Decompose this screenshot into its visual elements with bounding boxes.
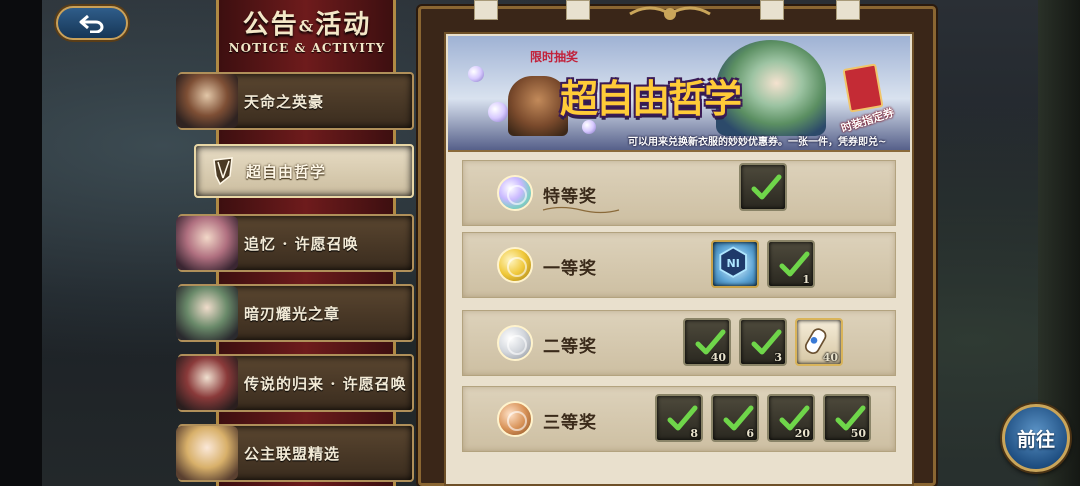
- title-en: NOTICE & ACTIVITY: [228, 41, 386, 55]
- go-button-label: 前往: [1016, 428, 1055, 451]
- reward-item[interactable]: NI: [711, 240, 759, 288]
- prize-row-first: 一等奖 NI 1: [462, 232, 896, 298]
- recall-portrait-icon: [176, 216, 238, 270]
- prize-rank: 特等奖: [543, 187, 597, 207]
- leaf-icon: [213, 157, 233, 186]
- banner-title: 超自由哲学: [560, 76, 742, 121]
- menu-item-label: 追忆 · 许愿召唤: [244, 234, 359, 253]
- event-banner: 限时抽奖 超自由哲学 时装指定券 可以用来兑换新衣服的妙妙优惠券。一张一件，凭券…: [448, 36, 910, 152]
- reward-item[interactable]: [739, 163, 787, 211]
- princess-portrait-icon: [176, 426, 238, 480]
- gold-medal-icon: [497, 247, 533, 283]
- reward-item[interactable]: 50: [823, 394, 871, 442]
- pinned-note-icon: [566, 0, 590, 20]
- menu-item-philosophy[interactable]: 超自由哲学: [194, 144, 414, 198]
- menu-item-label: 公主联盟精选: [244, 444, 341, 463]
- left-edge: [0, 0, 42, 486]
- reward-item[interactable]: 8: [655, 394, 703, 442]
- title-cn: 公告&活动: [242, 10, 372, 40]
- ticket-icon: [842, 63, 884, 113]
- menu-item-label: 超自由哲学: [246, 162, 327, 181]
- svg-text:NI: NI: [727, 257, 740, 270]
- reward-item[interactable]: 1: [767, 240, 815, 288]
- menu-item-label: 天命之英豪: [244, 92, 325, 111]
- menu-item-recall-summon[interactable]: 追忆 · 许愿召唤: [176, 214, 414, 272]
- menu-item-princess-league[interactable]: 公主联盟精选: [176, 424, 414, 482]
- checked-item-icon: [751, 174, 782, 200]
- rainbow-medal-icon: [497, 175, 533, 211]
- crystal-badge-icon: NI: [719, 246, 747, 278]
- silver-medal-icon: [497, 325, 533, 361]
- ornament-icon: [629, 6, 711, 20]
- prize-row-third: 三等奖 8 6 20 50: [462, 386, 896, 452]
- reward-item[interactable]: 40: [795, 318, 843, 366]
- banner-description: 可以用来兑换新衣服的妙妙优惠券。一张一件，凭券即兑~: [628, 137, 887, 148]
- back-arrow-icon: [79, 14, 104, 33]
- statue-icon: [508, 76, 568, 136]
- pinned-note-icon: [474, 0, 498, 20]
- back-button[interactable]: [56, 6, 128, 40]
- bronze-medal-icon: [497, 401, 533, 437]
- menu-item-dark-blade[interactable]: 暗刃耀光之章: [176, 284, 414, 342]
- orb-icon: [468, 66, 484, 82]
- reward-item[interactable]: 6: [711, 394, 759, 442]
- dark-blade-portrait-icon: [176, 286, 238, 340]
- pinned-note-icon: [760, 0, 784, 20]
- banner-tag: 限时抽奖: [530, 50, 579, 64]
- flourish-icon: [542, 206, 620, 214]
- reward-item[interactable]: 40: [683, 318, 731, 366]
- menu-item-hero[interactable]: 天命之英豪: [176, 72, 414, 130]
- prize-row-special: 特等奖: [462, 160, 896, 226]
- pinned-note-icon: [836, 0, 860, 20]
- prize-row-second: 二等奖 40 3 40: [462, 310, 896, 376]
- prize-rank: 二等奖: [543, 337, 597, 357]
- legend-portrait-icon: [176, 356, 238, 410]
- page-title: 公告&活动 NOTICE & ACTIVITY: [214, 0, 400, 58]
- prize-rank: 一等奖: [543, 259, 597, 279]
- reward-item[interactable]: 20: [767, 394, 815, 442]
- go-button[interactable]: 前往: [1002, 404, 1070, 472]
- menu-item-label: 暗刃耀光之章: [244, 304, 341, 323]
- hero-portrait-icon: [176, 74, 238, 128]
- menu-item-legend-return[interactable]: 传说的归来 · 许愿召唤: [176, 354, 414, 412]
- reward-item[interactable]: 3: [739, 318, 787, 366]
- orb-icon: [488, 102, 508, 122]
- prize-rank: 三等奖: [543, 413, 597, 433]
- menu-item-label: 传说的归来 · 许愿召唤: [244, 374, 407, 393]
